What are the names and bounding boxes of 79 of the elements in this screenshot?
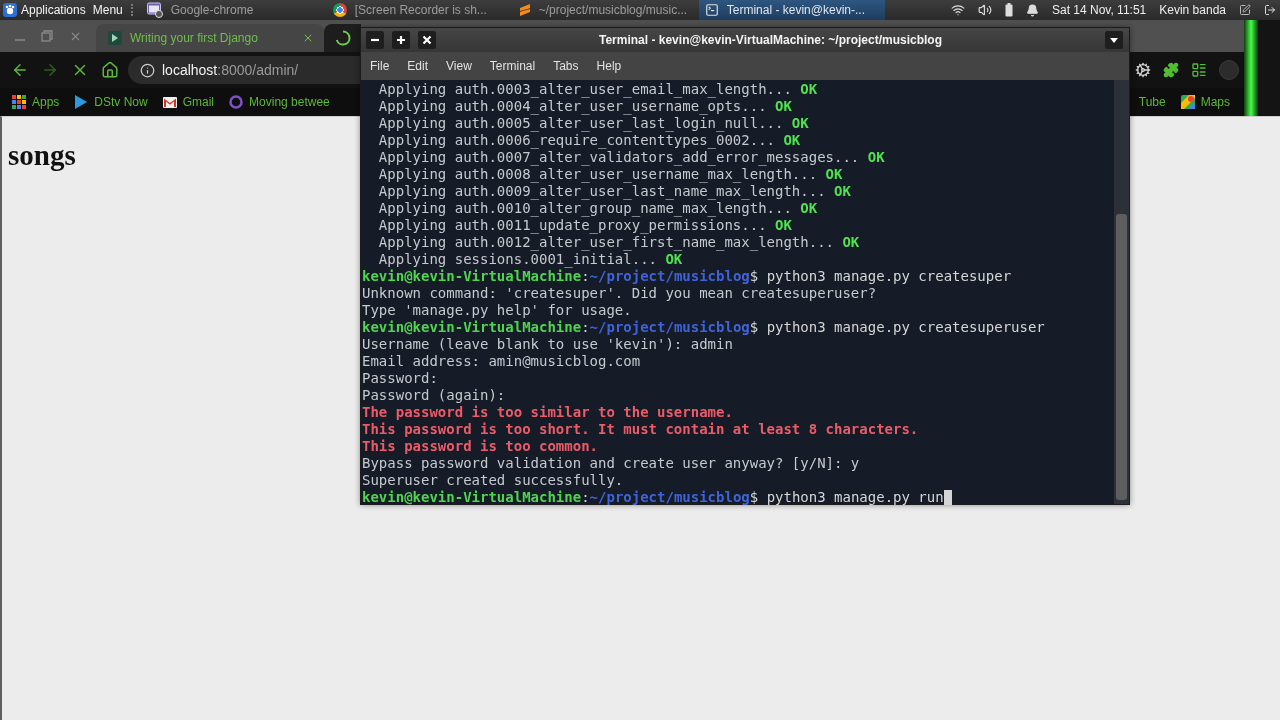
gear-icon[interactable] bbox=[1135, 62, 1151, 78]
taskbar-button[interactable]: ~/project/musicblog/music... bbox=[512, 0, 699, 20]
migration-line: Applying auth.0006_require_contenttypes_0002... OK bbox=[378, 132, 801, 149]
menu-item[interactable]: Edit bbox=[407, 59, 429, 73]
dropdown-caret-icon[interactable] bbox=[1105, 31, 1123, 49]
address-field[interactable]: localhost:8000/admin/ bbox=[128, 56, 362, 84]
close-icon[interactable] bbox=[418, 31, 436, 49]
scrollbar[interactable] bbox=[1114, 80, 1129, 504]
bookmark-link[interactable]: Apps bbox=[12, 95, 60, 109]
app-menu-icon bbox=[3, 3, 17, 17]
wifi-icon[interactable] bbox=[950, 3, 965, 17]
migration-line: Applying auth.0004_alter_user_username_opts... OK bbox=[378, 98, 792, 115]
migration-line: Applying auth.0011_update_proxy_permissions... OK bbox=[378, 217, 792, 234]
user-name[interactable]: Kevin banda bbox=[1159, 3, 1226, 17]
menu-item[interactable]: Terminal bbox=[489, 59, 536, 73]
loading-spinner-icon bbox=[334, 30, 351, 46]
bookmark-link[interactable]: Maps bbox=[1180, 95, 1230, 109]
loading-tab[interactable] bbox=[324, 24, 361, 52]
taskbar-button[interactable]: Google-chrome bbox=[140, 0, 327, 20]
prompt-line: kevin@kevin-VirtualMachine:~/project/musicblog$ python3 manage.py createsuper bbox=[362, 268, 1012, 285]
play-icon bbox=[74, 94, 89, 110]
migration-line: Applying auth.0010_alter_group_name_max_length... OK bbox=[378, 200, 818, 217]
output-line: Unknown command: 'createsuper'. Did you mean createsuperuser? bbox=[362, 285, 877, 302]
mail-icon bbox=[162, 96, 177, 108]
menu-item[interactable]: Help bbox=[596, 59, 622, 73]
error-line: The password is too similar to the username. bbox=[362, 404, 733, 421]
output-line: Password: bbox=[362, 370, 438, 387]
info-icon[interactable] bbox=[140, 62, 155, 78]
map-icon bbox=[1180, 95, 1195, 109]
notification-bell-icon[interactable] bbox=[1025, 3, 1039, 17]
pen-square-icon[interactable] bbox=[1239, 4, 1251, 16]
clock-text[interactable]: Sat 14 Nov, 11:51 bbox=[1051, 3, 1147, 17]
bookmark-link[interactable]: Moving betwee bbox=[229, 95, 330, 109]
ring-icon bbox=[229, 95, 244, 109]
tab-close-icon[interactable] bbox=[302, 32, 314, 44]
migration-line: Applying auth.0005_alter_user_last_login_null... OK bbox=[378, 115, 809, 132]
prompt-line: kevin@kevin-VirtualMachine:~/project/musicblog$ python3 manage.py run bbox=[362, 489, 944, 506]
taskbar-button[interactable]: Terminal - kevin@kevin-... bbox=[698, 0, 885, 20]
prompt-line: kevin@kevin-VirtualMachine:~/project/musicblog$ python3 manage.py createsuperuser bbox=[362, 319, 1045, 336]
bookmark-link[interactable]: Gmail bbox=[162, 95, 215, 109]
output-line: Superuser created successfully. bbox=[362, 472, 624, 489]
puzzle-icon[interactable] bbox=[1163, 62, 1179, 78]
menu-button[interactable]: Menu bbox=[89, 0, 127, 20]
window-icon bbox=[146, 2, 163, 18]
page-heading: songs bbox=[8, 139, 76, 172]
browser-icon bbox=[332, 3, 347, 17]
maximize-icon[interactable] bbox=[392, 31, 410, 49]
taskbar-button[interactable]: [Screen Recorder is sh... bbox=[326, 0, 513, 20]
error-line: This password is too short. It must contain at least 8 characters. bbox=[362, 421, 919, 438]
window-title: Terminal - kevin@kevin-VirtualMachine: ~/project/musicblog bbox=[599, 33, 942, 47]
output-line: Email address: amin@musicblog.com bbox=[362, 353, 641, 370]
battery-icon bbox=[1004, 3, 1013, 17]
migration-line: Applying sessions.0001_initial... OK bbox=[378, 251, 683, 268]
volume-icon[interactable] bbox=[977, 3, 992, 17]
output-line: Password (again): bbox=[362, 387, 506, 404]
site-favicon-icon bbox=[108, 31, 122, 45]
list-icon[interactable] bbox=[1191, 62, 1207, 78]
menu-item[interactable]: Tabs bbox=[553, 59, 579, 73]
output-line: Username (leave blank to use 'kevin'): admin bbox=[362, 336, 733, 353]
error-line: This password is too common. bbox=[362, 438, 598, 455]
home-icon[interactable] bbox=[101, 61, 119, 79]
applications-menu-button[interactable]: Applications bbox=[0, 0, 90, 20]
migration-line: Applying auth.0003_alter_user_email_max_length... OK bbox=[378, 81, 818, 98]
apps-grid-icon bbox=[12, 95, 26, 109]
output-line: Bypass password validation and create user anyway? [y/N]: y bbox=[362, 455, 860, 472]
output-line: Type 'manage.py help' for usage. bbox=[362, 302, 632, 319]
bookmark-link[interactable]: Tube bbox=[1138, 95, 1166, 109]
migration-line: Applying auth.0008_alter_user_username_max_length... OK bbox=[378, 166, 843, 183]
minimize-icon[interactable] bbox=[366, 31, 384, 49]
bookmark-link[interactable]: DStv Now bbox=[74, 94, 148, 110]
migration-line: Applying auth.0009_alter_user_last_name_max_length... OK bbox=[378, 183, 851, 200]
terminal-icon bbox=[704, 3, 719, 17]
browser-tab[interactable]: Writing your first Django bbox=[96, 24, 324, 52]
migration-line: Applying auth.0012_alter_user_first_name_max_length... OK bbox=[378, 234, 860, 251]
editor-icon bbox=[518, 3, 531, 17]
menu-item[interactable]: File bbox=[370, 59, 390, 73]
menu-item[interactable]: View bbox=[446, 59, 472, 73]
migration-line: Applying auth.0007_alter_validators_add_error_messages... OK bbox=[378, 149, 885, 166]
exit-icon[interactable] bbox=[1264, 4, 1276, 16]
